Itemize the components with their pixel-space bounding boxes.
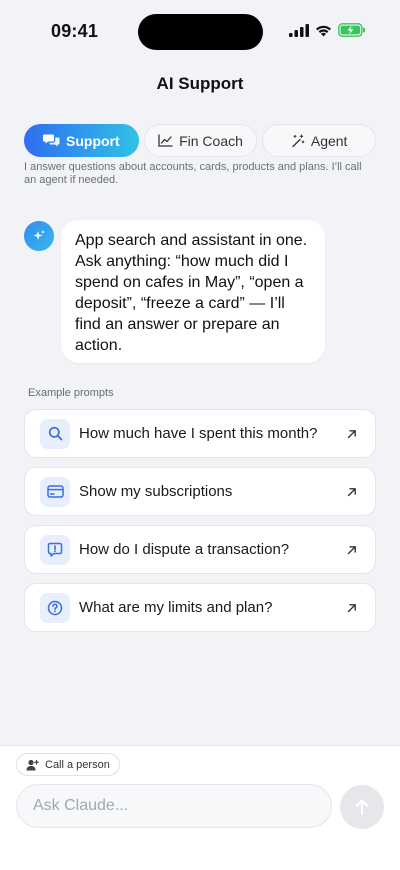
tab-description: I answer questions about accounts, cards… (24, 161, 362, 186)
chat-bubbles-icon (43, 134, 60, 147)
example-prompt-text: Show my subscriptions (79, 483, 233, 500)
call-person-button[interactable]: Call a person (16, 753, 120, 776)
cellular-signal-icon (289, 23, 309, 37)
tab-agent[interactable]: Agent (262, 124, 376, 157)
trend-chart-icon (158, 134, 173, 147)
assistant-avatar (24, 221, 54, 251)
tab-support-label: Support (66, 132, 120, 149)
battery-charging-icon (338, 23, 365, 37)
example-prompt-dispute-transaction[interactable]: How do I dispute a transaction? (24, 525, 376, 574)
tab-fin-coach[interactable]: Fin Coach (143, 124, 258, 157)
example-prompt-limits-and-plan[interactable]: What are my limits and plan? (24, 583, 376, 632)
example-prompts-label: Example prompts (28, 387, 114, 399)
dynamic-island (138, 14, 263, 50)
tab-support[interactable]: Support (24, 124, 139, 157)
search-icon (48, 426, 62, 441)
magic-wand-icon (292, 133, 305, 147)
example-prompt-text: How much have I spent this month? (79, 425, 318, 442)
prompt-icon-container (40, 592, 70, 623)
person-call-icon (26, 759, 39, 770)
example-prompt-text: How do I dispute a transaction? (79, 541, 290, 558)
mode-tabs: Support Fin Coach Agent (24, 124, 376, 157)
arrow-up-right-icon (347, 603, 356, 612)
arrow-up-right-icon (347, 487, 356, 496)
status-time: 09:41 (51, 21, 99, 41)
wifi-icon (316, 25, 331, 36)
example-prompt-text: What are my limits and plan? (79, 599, 273, 616)
status-icons (289, 23, 366, 37)
arrow-up-icon (355, 799, 369, 816)
arrow-up-right-icon (347, 429, 356, 438)
example-prompt-spent-this-month[interactable]: How much have I spent this month? (24, 409, 376, 458)
alert-message-icon (47, 542, 63, 557)
prompt-icon-container (40, 418, 70, 449)
credit-card-icon (46, 485, 64, 498)
assistant-message-bubble: App search and assistant in one. Ask any… (61, 220, 325, 363)
send-button[interactable] (340, 785, 384, 829)
arrow-up-right-icon (347, 545, 356, 554)
prompt-icon-container (40, 476, 70, 507)
sparkle-icon (33, 230, 45, 240)
help-circle-icon (47, 600, 63, 615)
tab-agent-label: Agent (310, 132, 348, 149)
example-prompt-subscriptions[interactable]: Show my subscriptions (24, 467, 376, 516)
status-bar: 09:41 (0, 0, 400, 56)
page-title: AI Support (156, 74, 244, 93)
message-input[interactable] (16, 784, 332, 828)
call-person-label: Call a person (45, 758, 110, 771)
tab-fin-coach-label: Fin Coach (179, 132, 243, 149)
prompt-icon-container (40, 534, 70, 565)
